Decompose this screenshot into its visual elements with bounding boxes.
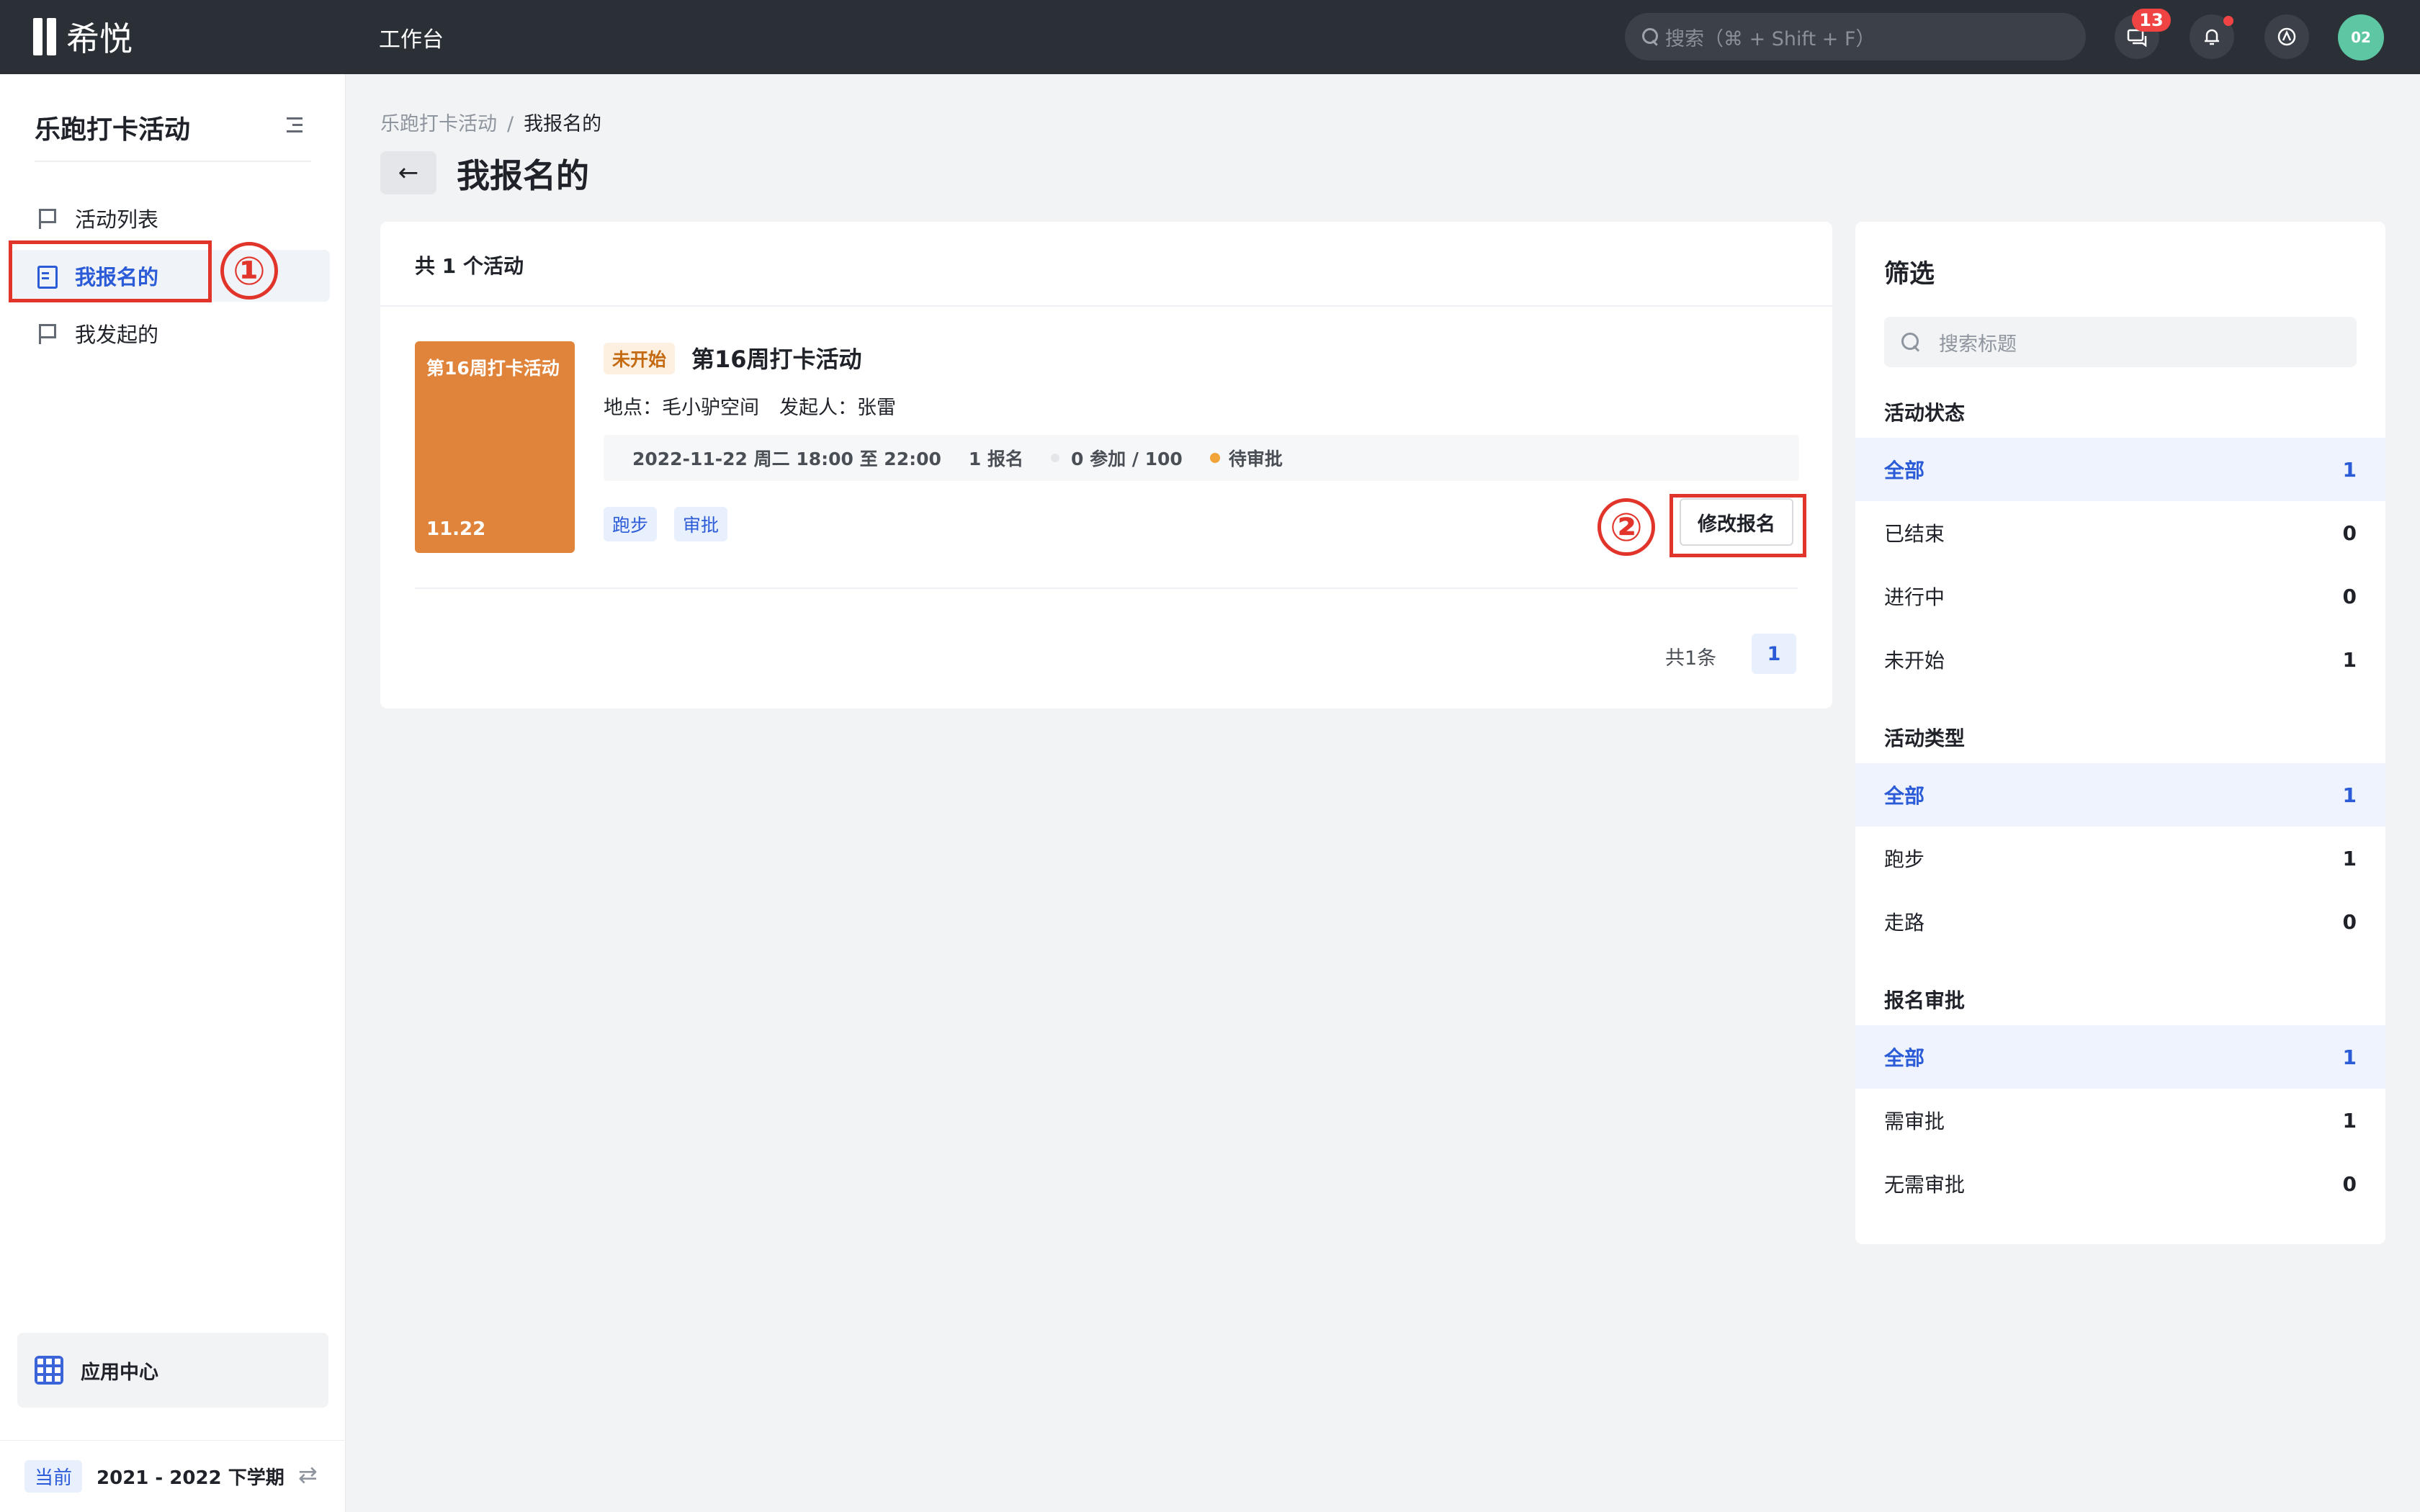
- activity-list-card: 共 1 个活动 第16周打卡活动 11.22 未开始 第16周打卡活动 地点：毛…: [380, 222, 1832, 708]
- app-logo[interactable]: 希悦: [33, 16, 133, 58]
- tag-running: 跑步: [604, 507, 658, 541]
- workbench-link[interactable]: 工作台: [379, 22, 444, 53]
- sidebar-item-activity-list[interactable]: 活动列表: [10, 192, 330, 244]
- filter-group-title: 活动类型: [1884, 726, 1966, 750]
- bell-icon: [2205, 29, 2219, 45]
- pending-dot: [1209, 453, 1220, 463]
- sidebar-item-label: 活动列表: [75, 207, 159, 232]
- signup-count: 1 报名: [968, 449, 1023, 469]
- term-switcher[interactable]: 当前 2021 - 2022 下学期: [0, 1440, 346, 1512]
- status-badge: 未开始: [604, 343, 676, 374]
- tag-approval: 审批: [674, 507, 728, 541]
- pagination-total: 共1条: [1665, 647, 1717, 670]
- cover-date: 11.22: [426, 518, 486, 540]
- breadcrumb: 乐跑打卡活动 / 我报名的: [380, 108, 601, 136]
- filter-option[interactable]: 全部 1: [1855, 1025, 2385, 1089]
- filter-option[interactable]: 走路 0: [1855, 890, 2385, 953]
- compass-icon: [2277, 27, 2296, 46]
- flag-icon: [36, 323, 58, 344]
- filter-title: 筛选: [1884, 260, 1935, 289]
- filter-option[interactable]: 全部 1: [1855, 763, 2385, 827]
- participant-count: 0 参加 / 100: [1051, 445, 1183, 471]
- filter-option[interactable]: 需审批 1: [1855, 1089, 2385, 1152]
- back-button[interactable]: ←: [380, 151, 436, 194]
- annotation-box-1: [9, 240, 212, 302]
- logo-text: 希悦: [66, 19, 133, 58]
- notification-dot: [2223, 16, 2233, 26]
- app-center-label: 应用中心: [81, 1361, 158, 1384]
- breadcrumb-root[interactable]: 乐跑打卡活动: [380, 113, 497, 135]
- filter-panel: 筛选 搜索标题 活动状态 全部 1 已结束 0 进行中 0 未开始 1 活动类型 全部 1…: [1855, 222, 2385, 1244]
- collapse-sidebar-icon[interactable]: [281, 114, 307, 136]
- annotation-box-2: [1670, 494, 1806, 557]
- filter-search-placeholder: 搜索标题: [1939, 333, 2017, 356]
- global-search-input[interactable]: 搜索（⌘ + Shift + F）: [1625, 13, 2086, 60]
- logo-icon: [33, 18, 59, 55]
- filter-group-title: 报名审批: [1884, 989, 1966, 1012]
- activity-count: 共 1 个活动: [415, 254, 524, 278]
- global-search-placeholder: 搜索（⌘ + Shift + F）: [1665, 27, 1876, 50]
- search-icon: [1641, 27, 1659, 46]
- card-divider: [380, 305, 1832, 307]
- swap-icon[interactable]: [298, 1461, 320, 1488]
- arrow-left-icon: ←: [398, 158, 419, 187]
- filter-option[interactable]: 全部 1: [1855, 438, 2385, 501]
- flag-icon: [36, 207, 58, 229]
- activity-location: 地点：毛小驴空间: [604, 397, 759, 419]
- activity-organizer: 发起人：张雷: [779, 397, 896, 419]
- filter-group-title: 活动状态: [1884, 401, 1966, 425]
- participant-dot: [1051, 454, 1059, 462]
- pagination-page-1[interactable]: 1: [1752, 634, 1796, 674]
- activity-meta: 地点：毛小驴空间 发起人：张雷: [604, 392, 896, 420]
- filter-option[interactable]: 进行中 0: [1855, 564, 2385, 628]
- list-divider: [415, 588, 1798, 589]
- filter-option[interactable]: 未开始 1: [1855, 628, 2385, 691]
- breadcrumb-current: 我报名的: [524, 113, 602, 135]
- sidebar-divider: [35, 161, 311, 162]
- app-center-button[interactable]: 应用中心: [17, 1333, 328, 1408]
- activity-time: 2022-11-22 周二 18:00 至 22:00: [632, 449, 941, 469]
- current-term-tag: 当前: [24, 1460, 83, 1493]
- filter-option[interactable]: 跑步 1: [1855, 827, 2385, 890]
- grid-apps-icon: [35, 1356, 63, 1385]
- filter-search-input[interactable]: 搜索标题: [1884, 317, 2357, 367]
- annotation-marker-2: ②: [1597, 498, 1655, 556]
- approval-status: 待审批: [1209, 445, 1283, 471]
- app-switch-button[interactable]: [2264, 14, 2309, 59]
- breadcrumb-separator: /: [507, 113, 514, 135]
- cover-title: 第16周打卡活动: [426, 358, 560, 379]
- page-title: 我报名的: [457, 156, 589, 195]
- user-avatar[interactable]: 02: [2338, 14, 2384, 60]
- message-count-badge: 13: [2132, 9, 2171, 32]
- filter-option[interactable]: 无需审批 0: [1855, 1152, 2385, 1215]
- top-bar: 希悦 工作台 搜索（⌘ + Shift + F） 13 02: [0, 0, 2420, 74]
- activity-title[interactable]: 第16周打卡活动: [691, 341, 862, 374]
- term-text: 2021 - 2022 下学期: [97, 1467, 284, 1489]
- sidebar-item-my-initiated[interactable]: 我发起的: [10, 307, 330, 359]
- activity-info-strip: 2022-11-22 周二 18:00 至 22:00 1 报名 0 参加 / …: [604, 435, 1799, 481]
- sidebar-item-label: 我发起的: [75, 323, 159, 347]
- search-icon: [1900, 331, 1922, 353]
- activity-cover[interactable]: 第16周打卡活动 11.22: [415, 341, 575, 553]
- annotation-marker-1: ①: [220, 242, 278, 300]
- sidebar-title: 乐跑打卡活动: [35, 115, 191, 145]
- filter-option[interactable]: 已结束 0: [1855, 501, 2385, 564]
